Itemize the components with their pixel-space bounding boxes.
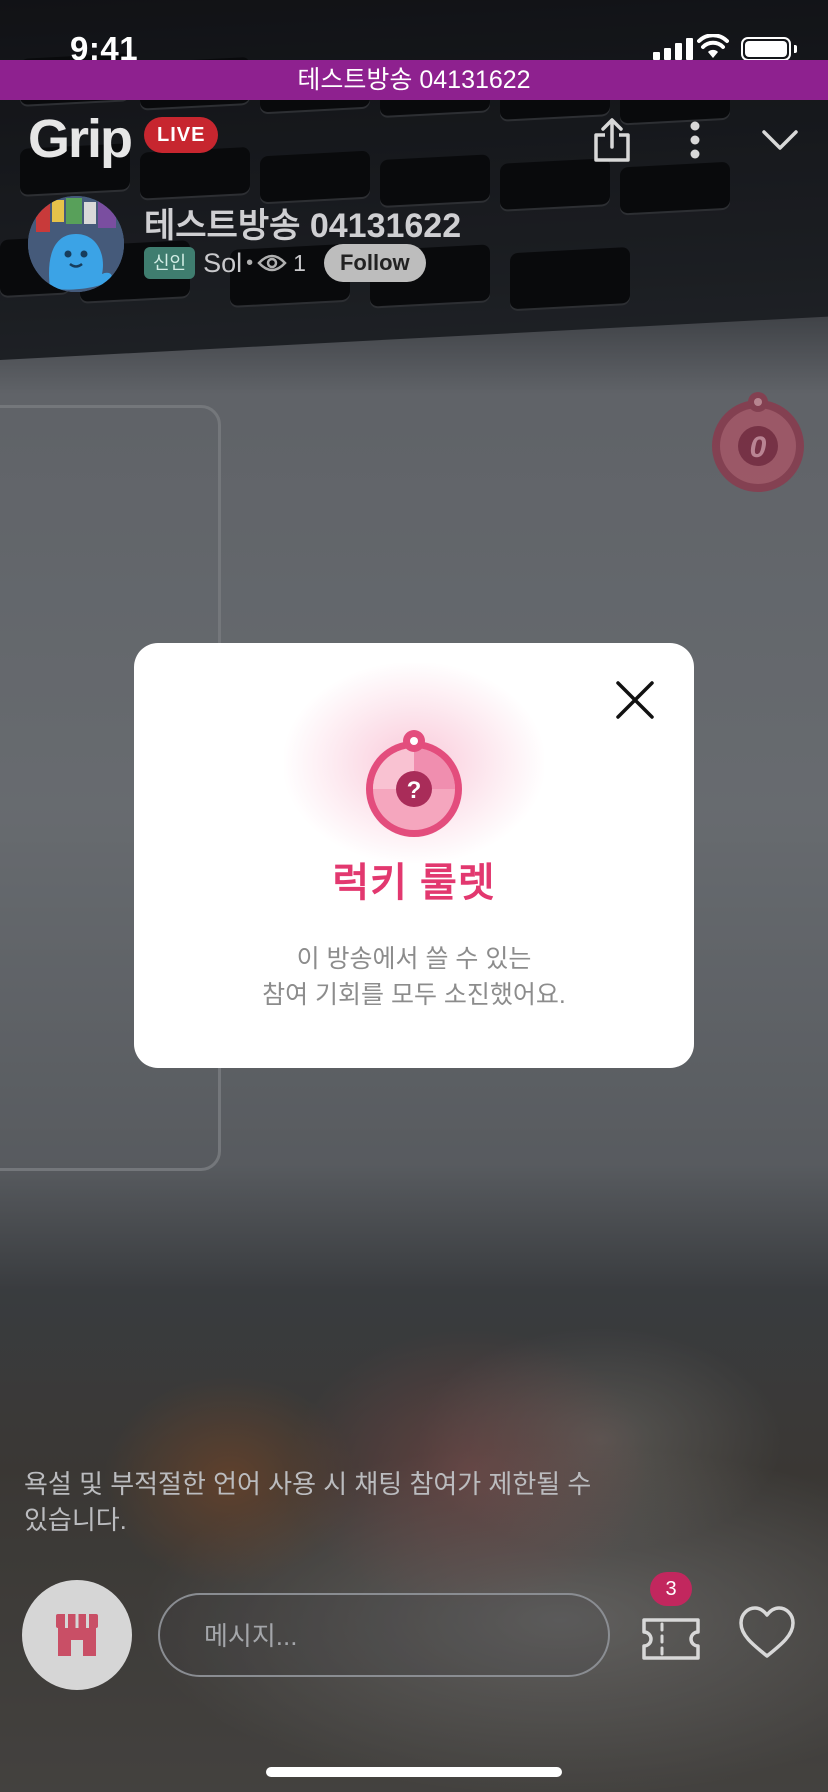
host-info: 테스트방송 04131622 신인 Sol • 1 Follow <box>28 196 728 292</box>
heart-icon <box>739 1606 795 1658</box>
modal-message-line1: 이 방송에서 쓸 수 있는 <box>296 945 532 973</box>
wifi-icon <box>697 34 729 58</box>
modal-title: 럭키 룰렛 <box>332 861 496 905</box>
modal-message: 이 방송에서 쓸 수 있는 참여 기회를 모두 소진했어요. <box>134 941 694 1013</box>
eye-icon <box>257 254 287 272</box>
coupon-button[interactable] <box>640 1608 702 1670</box>
more-options-button[interactable] <box>665 110 725 170</box>
modal-message-line2: 참여 기회를 모두 소진했어요. <box>262 981 566 1009</box>
battery-cap <box>794 45 797 53</box>
broadcast-title: 테스트방송 04131622 <box>144 207 462 245</box>
store-icon <box>56 1614 98 1656</box>
bottom-bar: 3 <box>0 1572 828 1692</box>
shop-button[interactable] <box>22 1580 132 1690</box>
like-button[interactable] <box>736 1602 798 1664</box>
grip-logo: Grip <box>28 109 133 169</box>
share-button[interactable] <box>582 110 642 170</box>
close-icon <box>616 681 654 719</box>
host-name[interactable]: Sol <box>203 248 242 279</box>
cellular-signal-icon <box>653 38 693 60</box>
ghost-avatar-image <box>28 196 124 292</box>
live-badge: LIVE <box>144 117 219 153</box>
share-icon <box>594 118 630 162</box>
more-vertical-icon <box>690 121 700 159</box>
roulette-wheel-icon: 0 <box>712 392 804 492</box>
wheel-question-mark: ? <box>407 777 422 804</box>
host-avatar[interactable] <box>28 196 124 292</box>
lucky-roulette-modal: ? 럭키 룰렛 이 방송에서 쓸 수 있는 참여 기회를 모두 소진했어요. <box>134 643 694 1068</box>
roulette-count: 0 <box>750 431 767 464</box>
chat-notice: 욕설 및 부적절한 언어 사용 시 채팅 참여가 제한될 수 있습니다. <box>24 1469 592 1535</box>
broadcast-title-banner: 테스트방송 04131622 <box>0 60 828 100</box>
roulette-wheel-illustration: ? <box>366 730 462 837</box>
home-indicator <box>266 1767 562 1777</box>
collapse-button[interactable] <box>750 110 810 170</box>
follow-button[interactable]: Follow <box>323 244 426 282</box>
chevron-down-icon <box>762 130 798 150</box>
rookie-badge: 신인 <box>144 247 196 279</box>
message-input[interactable] <box>202 1595 596 1677</box>
ticket-icon <box>642 1618 700 1660</box>
viewer-count: 1 <box>293 249 306 276</box>
modal-close-button[interactable] <box>614 679 656 721</box>
battery-icon <box>741 37 791 61</box>
live-header: Grip LIVE <box>0 100 828 180</box>
meta-separator: • <box>246 251 254 274</box>
status-bar: 9:41 <box>0 0 828 67</box>
message-input-container[interactable] <box>158 1593 610 1677</box>
coupon-count-badge: 3 <box>650 1572 692 1606</box>
host-meta-row: 신인 Sol • 1 Follow <box>144 244 426 282</box>
roulette-floating-button[interactable]: 0 <box>708 390 808 494</box>
